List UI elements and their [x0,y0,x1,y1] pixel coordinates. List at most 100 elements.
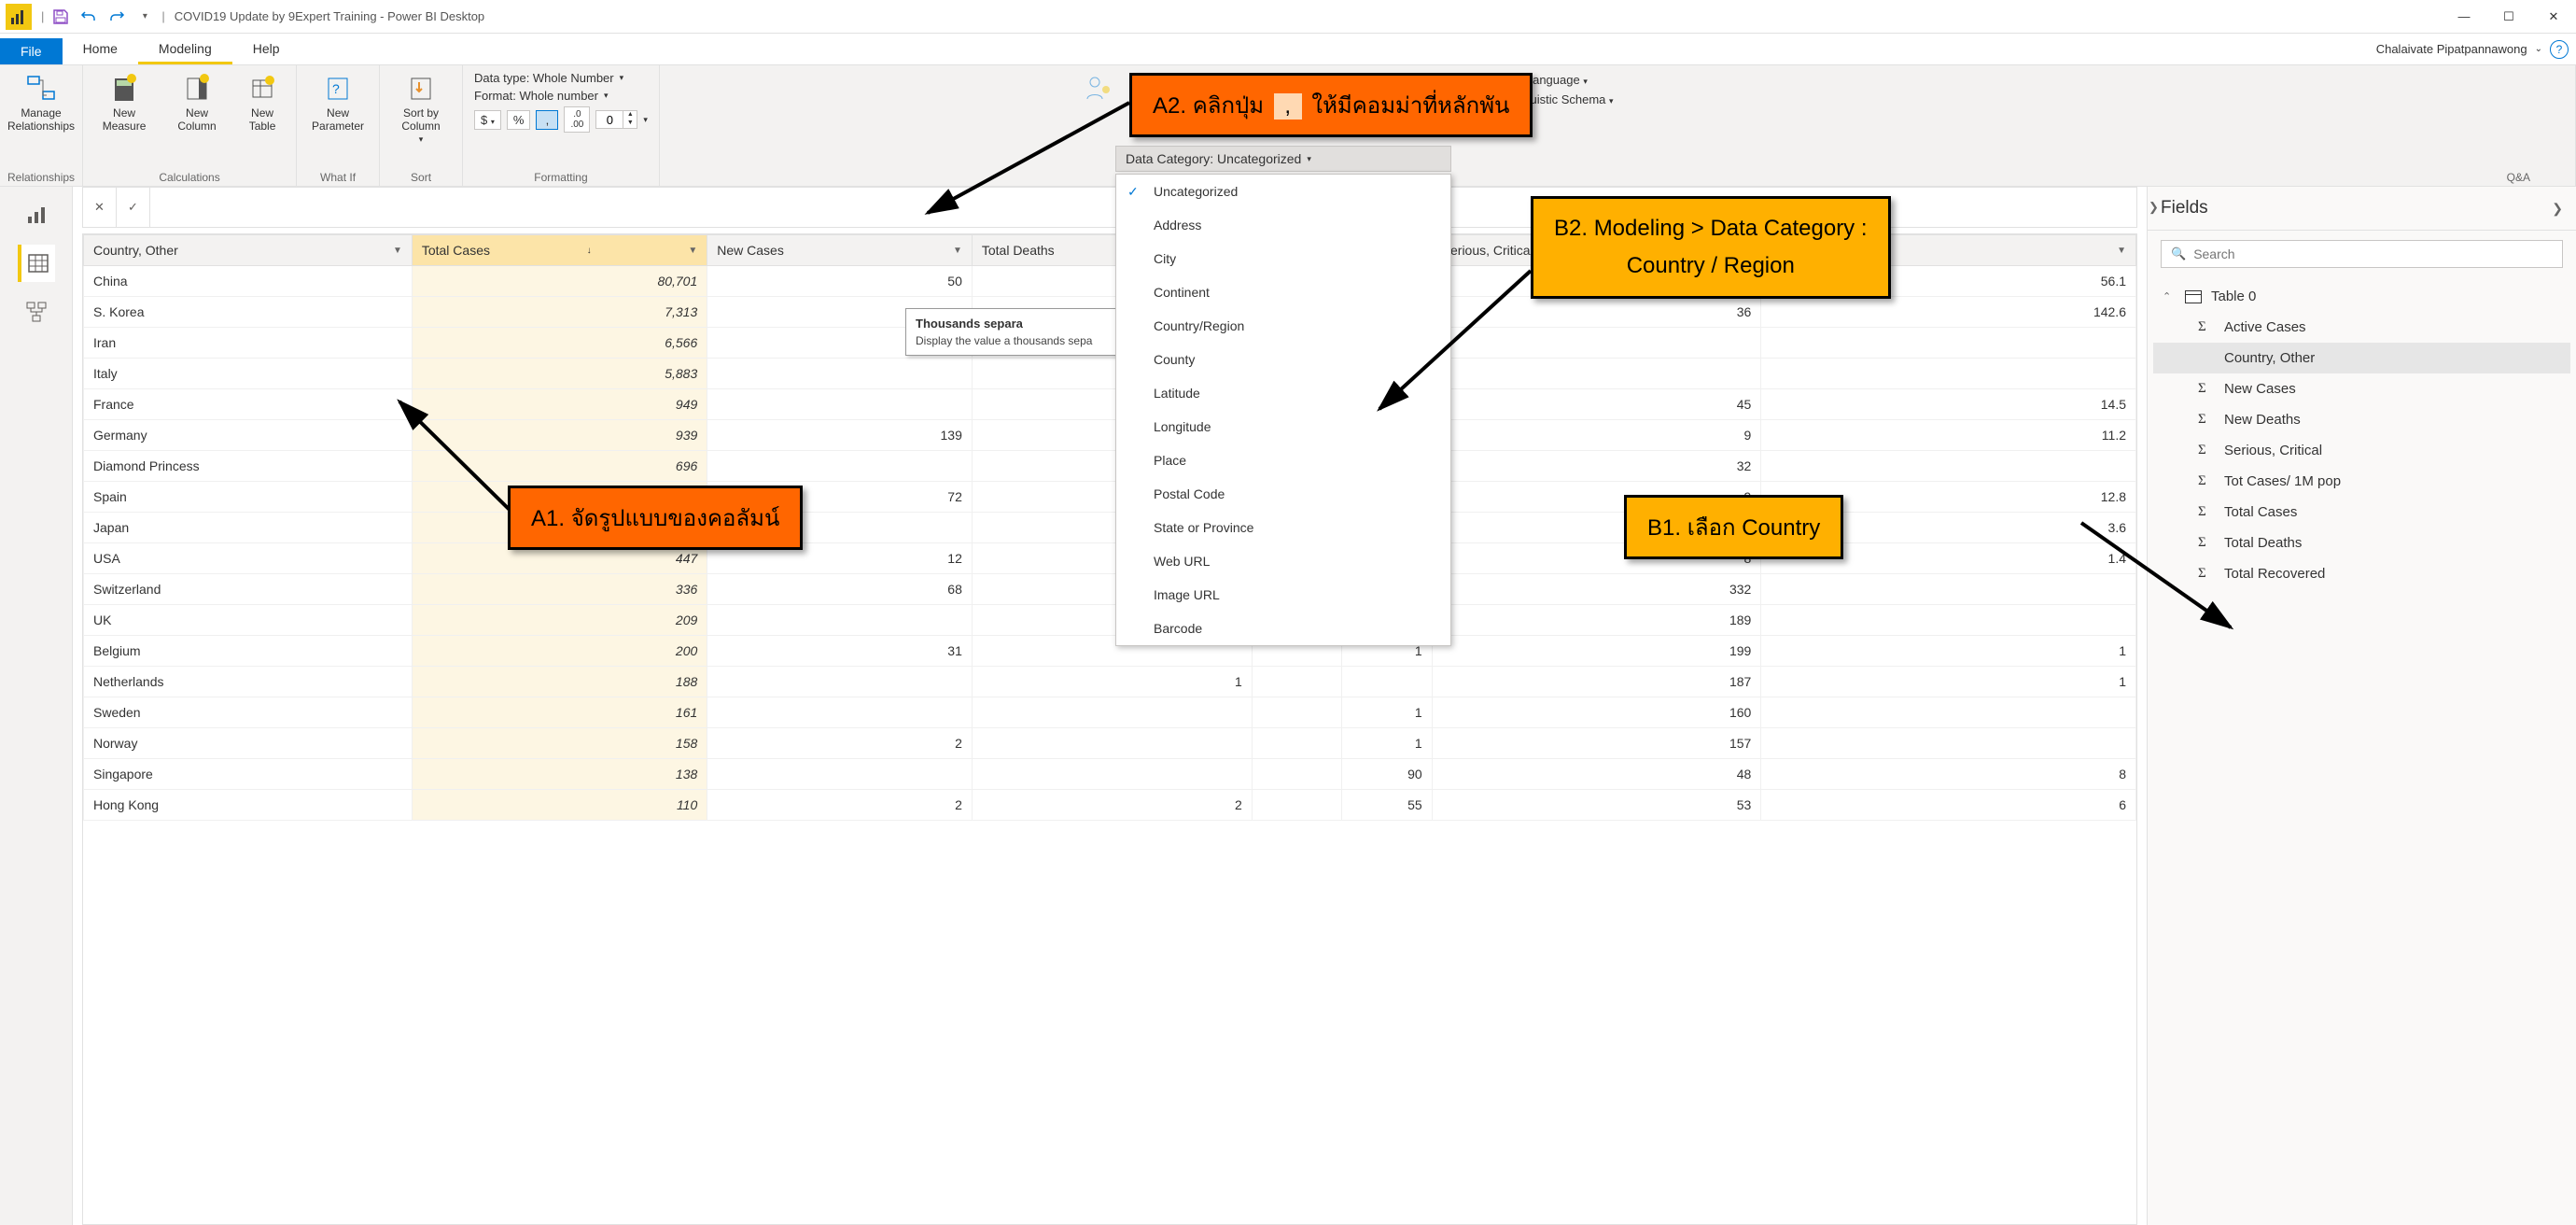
data-category-item[interactable]: Latitude [1116,376,1450,410]
table-cell[interactable] [1761,328,2136,359]
table-cell[interactable]: France [84,389,413,420]
table-cell[interactable]: Belgium [84,636,413,667]
table-row[interactable]: Norway15821157 [84,728,2136,759]
field-item[interactable]: ΣTotal Cases [2153,497,2570,528]
table-cell[interactable]: 1 [972,667,1252,697]
data-category-item[interactable]: Web URL [1116,544,1450,578]
table-cell[interactable]: Diamond Princess [84,451,413,482]
table-cell[interactable]: 696 [412,451,707,482]
table-row[interactable]: Diamond Princess6967432 [84,451,2136,482]
table-cell[interactable] [972,759,1252,790]
table-cell[interactable]: 55 [1342,790,1432,821]
window-minimize[interactable]: — [2442,0,2486,34]
table-cell[interactable]: 949 [412,389,707,420]
data-type-dropdown[interactable]: Data type: Whole Number [474,71,614,85]
tab-home[interactable]: Home [63,35,138,64]
table-cell[interactable] [1252,790,1341,821]
table-cell[interactable]: USA [84,543,413,574]
table-cell[interactable] [1761,728,2136,759]
field-item[interactable]: ΣNew Deaths [2153,404,2570,435]
table-cell[interactable]: 50 [707,266,973,297]
data-category-item[interactable]: Barcode [1116,612,1450,645]
table-cell[interactable]: 189 [1432,605,1761,636]
table-cell[interactable] [1252,697,1341,728]
table-cell[interactable]: 11.2 [1761,420,2136,451]
table-row[interactable]: Belgium2003111991 [84,636,2136,667]
table-cell[interactable]: Italy [84,359,413,389]
table-cell[interactable] [1432,328,1761,359]
spin-up[interactable]: ▲ [623,111,637,120]
table-row[interactable]: Sweden1611160 [84,697,2136,728]
table-cell[interactable] [1432,359,1761,389]
table-cell[interactable]: 336 [412,574,707,605]
field-item[interactable]: ΣTotal Recovered [2153,558,2570,589]
data-category-item[interactable]: County [1116,343,1450,376]
data-category-item[interactable]: State or Province [1116,511,1450,544]
new-column-button[interactable]: New Column [163,69,231,136]
table-cell[interactable]: 2 [707,728,973,759]
qat-customize[interactable]: ▾ [132,4,158,30]
table-cell[interactable] [707,605,973,636]
table-cell[interactable]: Spain [84,482,413,513]
column-header[interactable]: Total Cases↓▼ [412,235,707,266]
manage-roles-button[interactable] [1065,69,1132,110]
table-cell[interactable] [1342,667,1432,697]
table-cell[interactable]: 160 [1432,697,1761,728]
decimal-places-spinner[interactable]: ▲▼ [595,110,637,129]
table-cell[interactable]: 14.5 [1761,389,2136,420]
tab-help[interactable]: Help [232,35,301,64]
table-cell[interactable]: 1 [1342,697,1432,728]
currency-button[interactable]: $ ▾ [474,110,501,130]
table-cell[interactable] [707,359,973,389]
table-cell[interactable] [1761,574,2136,605]
data-category-item[interactable]: Country/Region [1116,309,1450,343]
data-category-dropdown[interactable]: Data Category: Uncategorized▾ [1115,146,1451,172]
table-cell[interactable]: 90 [1342,759,1432,790]
field-item[interactable]: ΣActive Cases [2153,312,2570,343]
table-cell[interactable]: 32 [1432,451,1761,482]
save-button[interactable] [48,4,74,30]
table-cell[interactable]: 80,701 [412,266,707,297]
table-cell[interactable]: 48 [1432,759,1761,790]
new-parameter-button[interactable]: ? New Parameter [304,69,371,136]
table-cell[interactable]: 939 [412,420,707,451]
table-cell[interactable]: 188 [412,667,707,697]
undo-button[interactable] [76,4,102,30]
table-cell[interactable]: 53 [1432,790,1761,821]
fields-search[interactable]: 🔍 [2161,240,2563,268]
table-cell[interactable]: 8 [1761,759,2136,790]
table-cell[interactable]: 110 [412,790,707,821]
data-category-item[interactable]: Postal Code [1116,477,1450,511]
data-category-item[interactable]: Continent [1116,275,1450,309]
model-view-button[interactable] [18,293,55,331]
table-cell[interactable]: Hong Kong [84,790,413,821]
table-row[interactable]: Italy5,883 [84,359,2136,389]
table-cell[interactable]: 7,313 [412,297,707,328]
data-category-item[interactable]: City [1116,242,1450,275]
table-cell[interactable]: 1 [1761,636,2136,667]
table-row[interactable]: UK209218189 [84,605,2136,636]
new-table-button[interactable]: New Table [236,69,288,136]
percent-button[interactable]: % [507,110,531,130]
table-cell[interactable] [972,728,1252,759]
data-category-item[interactable]: Longitude [1116,410,1450,444]
table-cell[interactable]: 9 [1432,420,1761,451]
table-cell[interactable] [1761,359,2136,389]
table-cell[interactable] [707,667,973,697]
manage-relationships-button[interactable]: Manage Relationships [7,69,75,136]
table-row[interactable]: France9491614514.5 [84,389,2136,420]
table-cell[interactable]: 1 [1342,728,1432,759]
table-cell[interactable] [1761,451,2136,482]
table-cell[interactable]: 31 [707,636,973,667]
table-cell[interactable]: Norway [84,728,413,759]
table-cell[interactable] [1761,605,2136,636]
table-cell[interactable] [1252,759,1341,790]
table-cell[interactable]: S. Korea [84,297,413,328]
field-item[interactable]: ΣNew Cases [2153,373,2570,404]
file-tab[interactable]: File [0,38,63,64]
table-cell[interactable]: 139 [707,420,973,451]
table-cell[interactable]: 200 [412,636,707,667]
table-cell[interactable]: 36 [1432,297,1761,328]
table-cell[interactable]: 2 [972,790,1252,821]
data-category-item[interactable]: Image URL [1116,578,1450,612]
